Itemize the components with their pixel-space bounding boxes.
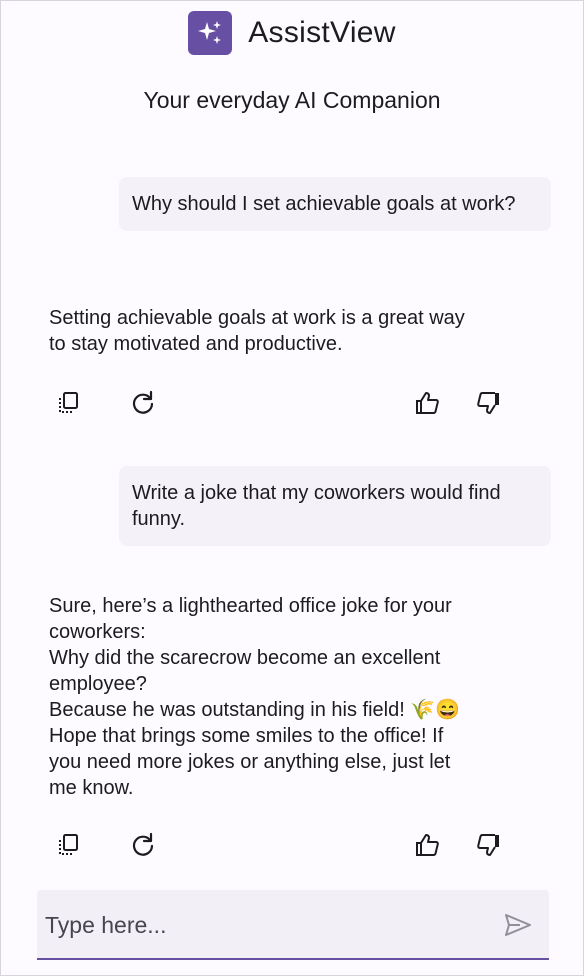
app-frame: AssistView Your everyday AI Companion Wh… xyxy=(0,0,584,976)
refresh-icon xyxy=(132,390,154,414)
regenerate-button[interactable] xyxy=(127,387,159,419)
refresh-icon xyxy=(132,832,154,856)
user-message: Why should I set achievable goals at wor… xyxy=(119,177,551,231)
assistant-message-line: Sure, here’s a lighthearted office joke … xyxy=(49,595,452,617)
copy-button[interactable] xyxy=(53,829,85,861)
send-icon xyxy=(505,914,531,936)
app-subtitle: Your everyday AI Companion xyxy=(143,87,441,113)
message-input-bar xyxy=(37,890,549,960)
message-input[interactable] xyxy=(43,904,487,946)
thumbs-down-icon xyxy=(477,834,499,856)
assistant-message-line: Because he was outstanding in his field!… xyxy=(49,699,461,721)
copy-button[interactable] xyxy=(53,387,85,419)
assistant-message-line: me know. xyxy=(49,777,134,799)
sparkle-logo-icon xyxy=(188,11,233,55)
thumbs-up-icon xyxy=(416,834,439,856)
regenerate-button[interactable] xyxy=(127,829,159,861)
assistant-message: Sure, here’s a lighthearted office joke … xyxy=(49,593,529,801)
assistant-message-line: employee? xyxy=(49,673,147,695)
assistant-message-line: Why did the scarecrow become an excellen… xyxy=(49,647,441,669)
assistant-message-line: coworkers: xyxy=(49,621,146,643)
dislike-button[interactable] xyxy=(473,829,505,861)
user-message: Write a joke that my coworkers would fin… xyxy=(119,466,551,546)
copy-icon xyxy=(59,834,78,855)
assistant-message-line: to stay motivated and productive. xyxy=(49,333,343,355)
app-header: AssistView xyxy=(1,11,583,55)
thumbs-down-icon xyxy=(477,392,499,414)
dislike-button[interactable] xyxy=(473,387,505,419)
like-button[interactable] xyxy=(411,829,443,861)
assistant-message-line: you need more jokes or anything else, ju… xyxy=(49,751,451,773)
assistant-message-line: Hope that brings some smiles to the offi… xyxy=(49,725,444,747)
thumbs-up-icon xyxy=(416,392,439,414)
like-button[interactable] xyxy=(411,387,443,419)
response-toolbar xyxy=(53,387,513,421)
app-title: AssistView xyxy=(248,16,396,49)
assistant-message: Setting achievable goals at work is a gr… xyxy=(49,305,529,357)
send-button[interactable] xyxy=(503,910,533,940)
response-toolbar xyxy=(53,829,513,863)
copy-icon xyxy=(59,392,78,413)
assistant-message-line: Setting achievable goals at work is a gr… xyxy=(49,307,465,329)
